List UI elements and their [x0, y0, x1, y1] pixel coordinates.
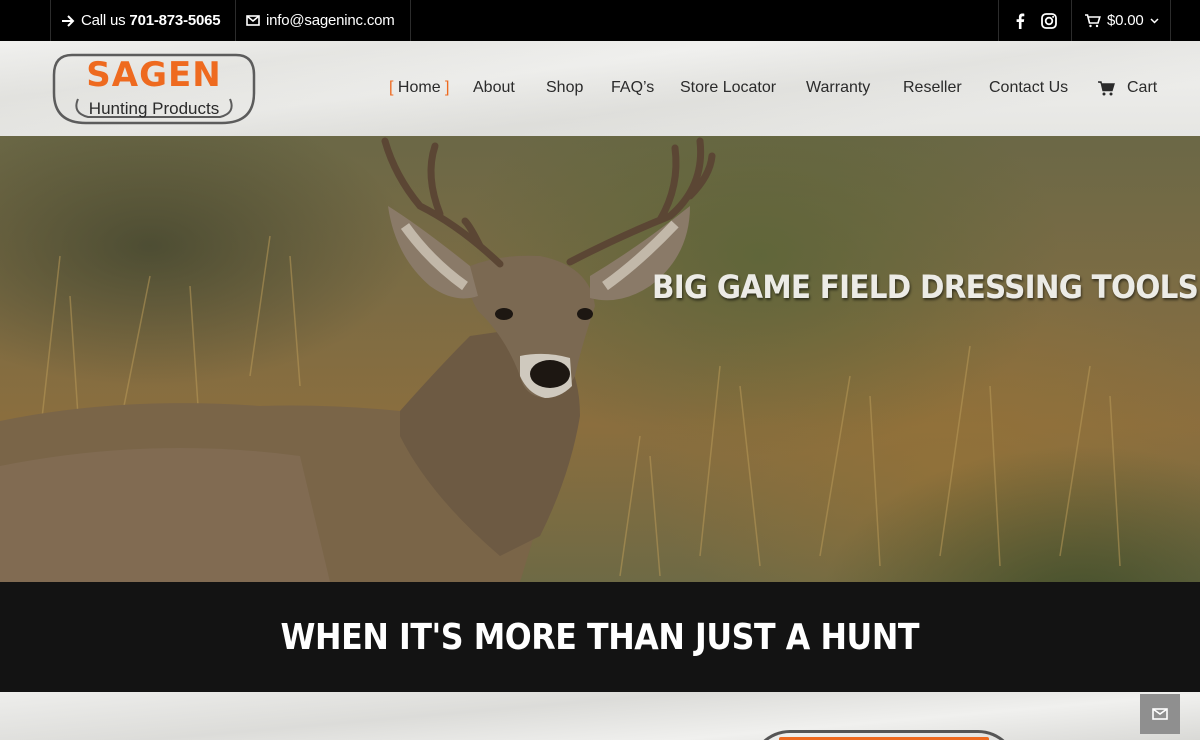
nav-item-reseller[interactable]: Reseller	[903, 77, 962, 99]
mini-cart[interactable]: $0.00	[1071, 0, 1171, 41]
logo-subtitle: Hunting Products	[88, 99, 220, 118]
arrow-right-icon	[62, 14, 75, 27]
main-nav: [ Home ] About Shop FAQ’s Store Locator …	[0, 77, 1200, 101]
hero-title: BIG GAME FIELD DRESSING TOOLS	[652, 268, 1199, 306]
section-logo-partial	[750, 730, 1018, 740]
nav-label-cart: Cart	[1127, 79, 1158, 96]
nav-item-cart[interactable]: Cart	[1098, 77, 1157, 99]
nav-item-faqs[interactable]: FAQ’s	[611, 77, 654, 99]
cart-icon	[1098, 80, 1115, 95]
mail-icon	[246, 15, 260, 26]
cart-total: $0.00	[1107, 12, 1144, 29]
floating-contact-button[interactable]	[1140, 694, 1180, 734]
nav-label-home: Home	[397, 79, 441, 96]
instagram-icon[interactable]	[1040, 12, 1057, 29]
active-bracket-right: ]	[445, 79, 450, 96]
nav-item-store-locator[interactable]: Store Locator	[680, 77, 776, 99]
active-bracket-left: [	[389, 79, 394, 96]
nav-item-warranty[interactable]: Warranty	[806, 77, 870, 99]
phone-text: Call us 701-873-5065	[81, 12, 221, 29]
email-contact[interactable]: info@sageninc.com	[235, 0, 411, 41]
chevron-down-icon	[1150, 17, 1159, 24]
nav-item-contact-us[interactable]: Contact Us	[989, 77, 1068, 99]
tagline-band: WHEN IT'S MORE THAN JUST A HUNT	[0, 582, 1200, 692]
email-text: info@sageninc.com	[266, 12, 395, 29]
hero-slider: BIG GAME FIELD DRESSING TOOLS	[0, 136, 1200, 582]
cart-icon	[1085, 13, 1101, 27]
phone-contact[interactable]: Call us 701-873-5065	[50, 0, 235, 41]
facebook-icon[interactable]	[1015, 13, 1025, 29]
hero-image	[0, 137, 1121, 582]
tagline-title: WHEN IT'S MORE THAN JUST A HUNT	[280, 616, 920, 658]
social-links	[998, 0, 1072, 41]
nav-item-home[interactable]: [ Home ]	[389, 77, 450, 99]
content-section-top	[0, 692, 1200, 740]
top-bar: Call us 701-873-5065 info@sageninc.com $…	[0, 0, 1200, 41]
mail-icon	[1152, 708, 1168, 720]
nav-item-about[interactable]: About	[473, 77, 515, 99]
nav-item-shop[interactable]: Shop	[546, 77, 583, 99]
